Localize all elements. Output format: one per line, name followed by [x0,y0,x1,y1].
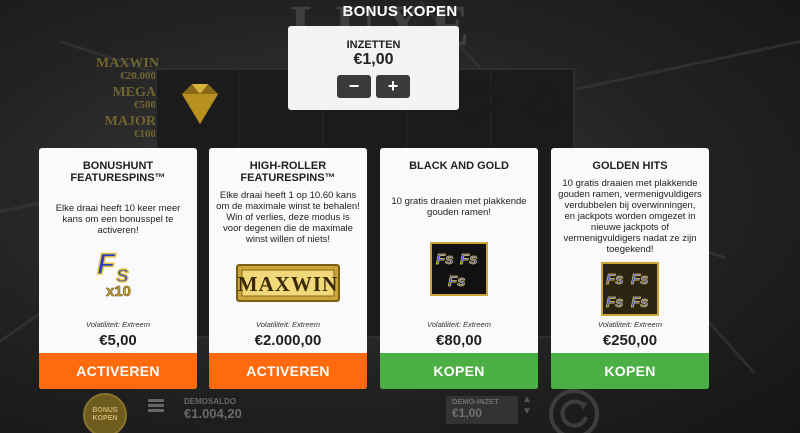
maxwin-badge-icon: MAXWIN [236,264,340,302]
fs-x10-icon: F s x10 [96,247,131,298]
card-description: Elke draai heeft 10 keer meer kans om ee… [55,203,181,236]
fs-grid-icon: Fs Fs Fs Fs [601,262,659,316]
spin-arrow-icon [560,399,588,428]
chevron-up-icon[interactable]: ▲ [522,394,532,406]
jackpot-value: €500 [134,99,156,111]
card-volatility: Volatiliteit: Extreem [598,320,662,329]
jackpot-name: MAJOR [104,114,156,129]
card-title: BLACK AND GOLD [409,160,509,172]
card-description: Elke draai heeft 1 op 10.60 kans om de m… [216,190,360,245]
bet-display[interactable]: DEMO-INZET €1,00 [446,396,518,424]
buy-button[interactable]: KOPEN [551,353,709,389]
card-title: BONUSHUNT FEATURESPINS™ [70,160,166,184]
card-price: €250,00 [602,332,658,349]
svg-text:MAXWIN: MAXWIN [238,272,339,296]
activate-button[interactable]: ACTIVEREN [39,353,197,389]
jackpot-panel: MAXWIN €20.000 MEGA €500 MAJOR €100 [96,56,159,143]
spade-icon [525,81,565,127]
svg-text:Fs: Fs [448,273,466,290]
card-description: 10 gratis draaien met plakkende gouden r… [558,178,702,255]
fs-stack-icon: Fs Fs Fs [430,242,488,296]
bet-panel: INZETTEN €1,00 − + [288,26,459,110]
menu-icon[interactable] [148,399,164,413]
bonus-card-black-and-gold: BLACK AND GOLD 10 gratis draaien met pla… [380,148,538,389]
buy-button[interactable]: KOPEN [380,353,538,389]
gold-diamond-icon [182,84,218,124]
card-description: 10 gratis draaien met plakkende gouden r… [391,196,527,218]
svg-text:Fs: Fs [606,271,624,288]
card-price: €2.000,00 [254,332,322,349]
card-title: HIGH-ROLLER FEATURESPINS™ [240,160,336,184]
svg-text:Fs: Fs [460,251,478,268]
spin-button[interactable] [549,389,599,433]
bet-label: INZETTEN [346,39,401,51]
bet-display-value: €1,00 [452,406,483,420]
card-title: GOLDEN HITS [592,160,668,172]
bet-display-label: DEMO-INZET [452,397,499,406]
bet-value: €1,00 [353,51,394,68]
bonus-card-golden-hits: GOLDEN HITS 10 gratis draaien met plakke… [551,148,709,389]
card-price: €80,00 [436,332,482,349]
bonus-card-bonushunt: BONUSHUNT FEATURESPINS™ Elke draai heeft… [39,148,197,389]
bet-stepper[interactable]: ▲ ▼ [522,394,532,418]
balance-display: DEMOSALDO €1.004,20 [184,397,242,421]
card-art: F s x10 [39,246,197,298]
jackpot-value: €20.000 [120,70,156,82]
card-art: Fs Fs Fs Fs [551,262,709,316]
svg-text:Fs: Fs [606,294,624,311]
bonus-card-high-roller: HIGH-ROLLER FEATURESPINS™ Elke draai hee… [209,148,367,389]
bonus-buy-button[interactable]: BONUS KOPEN [83,393,127,433]
card-volatility: Volatiliteit: Extreem [256,320,320,329]
jackpot-name: MAXWIN [96,56,159,71]
card-art: Fs Fs Fs [380,242,538,296]
chevron-down-icon[interactable]: ▼ [522,406,532,418]
bonus-buy-title: BONUS KOPEN [342,3,458,20]
jackpot-value: €100 [134,128,156,140]
svg-text:Fs: Fs [631,271,649,288]
jackpot-name: MEGA [112,85,156,100]
svg-text:x10: x10 [106,283,131,298]
increase-bet-button[interactable]: + [376,75,410,98]
card-volatility: Volatiliteit: Extreem [427,320,491,329]
svg-text:Fs: Fs [436,251,454,268]
activate-button[interactable]: ACTIVEREN [209,353,367,389]
svg-text:Fs: Fs [631,294,649,311]
balance-value: €1.004,20 [184,406,242,421]
card-art: MAXWIN [209,264,367,302]
decrease-bet-button[interactable]: − [337,75,371,98]
card-volatility: Volatiliteit: Extreem [86,320,150,329]
balance-label: DEMOSALDO [184,397,236,406]
svg-text:F: F [97,248,116,281]
card-price: €5,00 [99,332,137,349]
